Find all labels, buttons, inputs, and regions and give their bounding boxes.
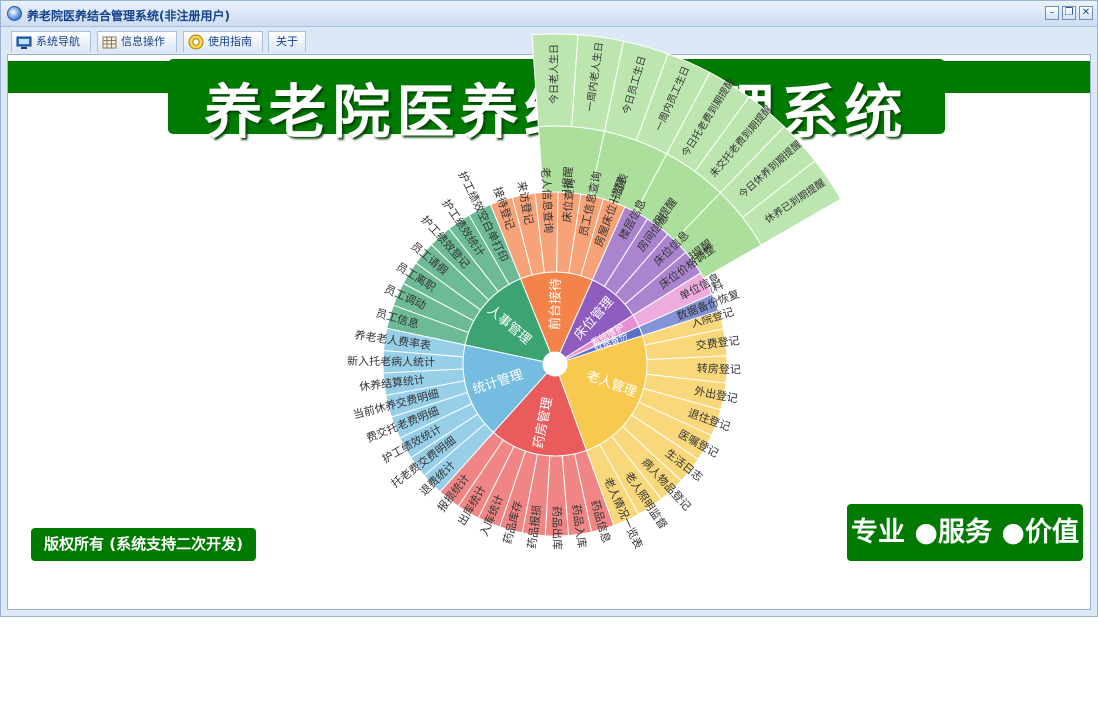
- sunburst-item-label: 转房登记: [697, 361, 741, 376]
- sunburst-subitem-label: 今日老人生日: [548, 44, 561, 104]
- sunburst-item-label: 药品出库: [550, 506, 564, 550]
- sunburst-category-label: 前台接待: [547, 278, 564, 330]
- function-sunburst-chart: 提醒管理老人生日提醒今日老人生日一周内老人生日员工生日提醒今日员工生日一周内员工…: [347, 33, 842, 551]
- sunburst-item-label: 新入托老病人统计: [347, 354, 435, 369]
